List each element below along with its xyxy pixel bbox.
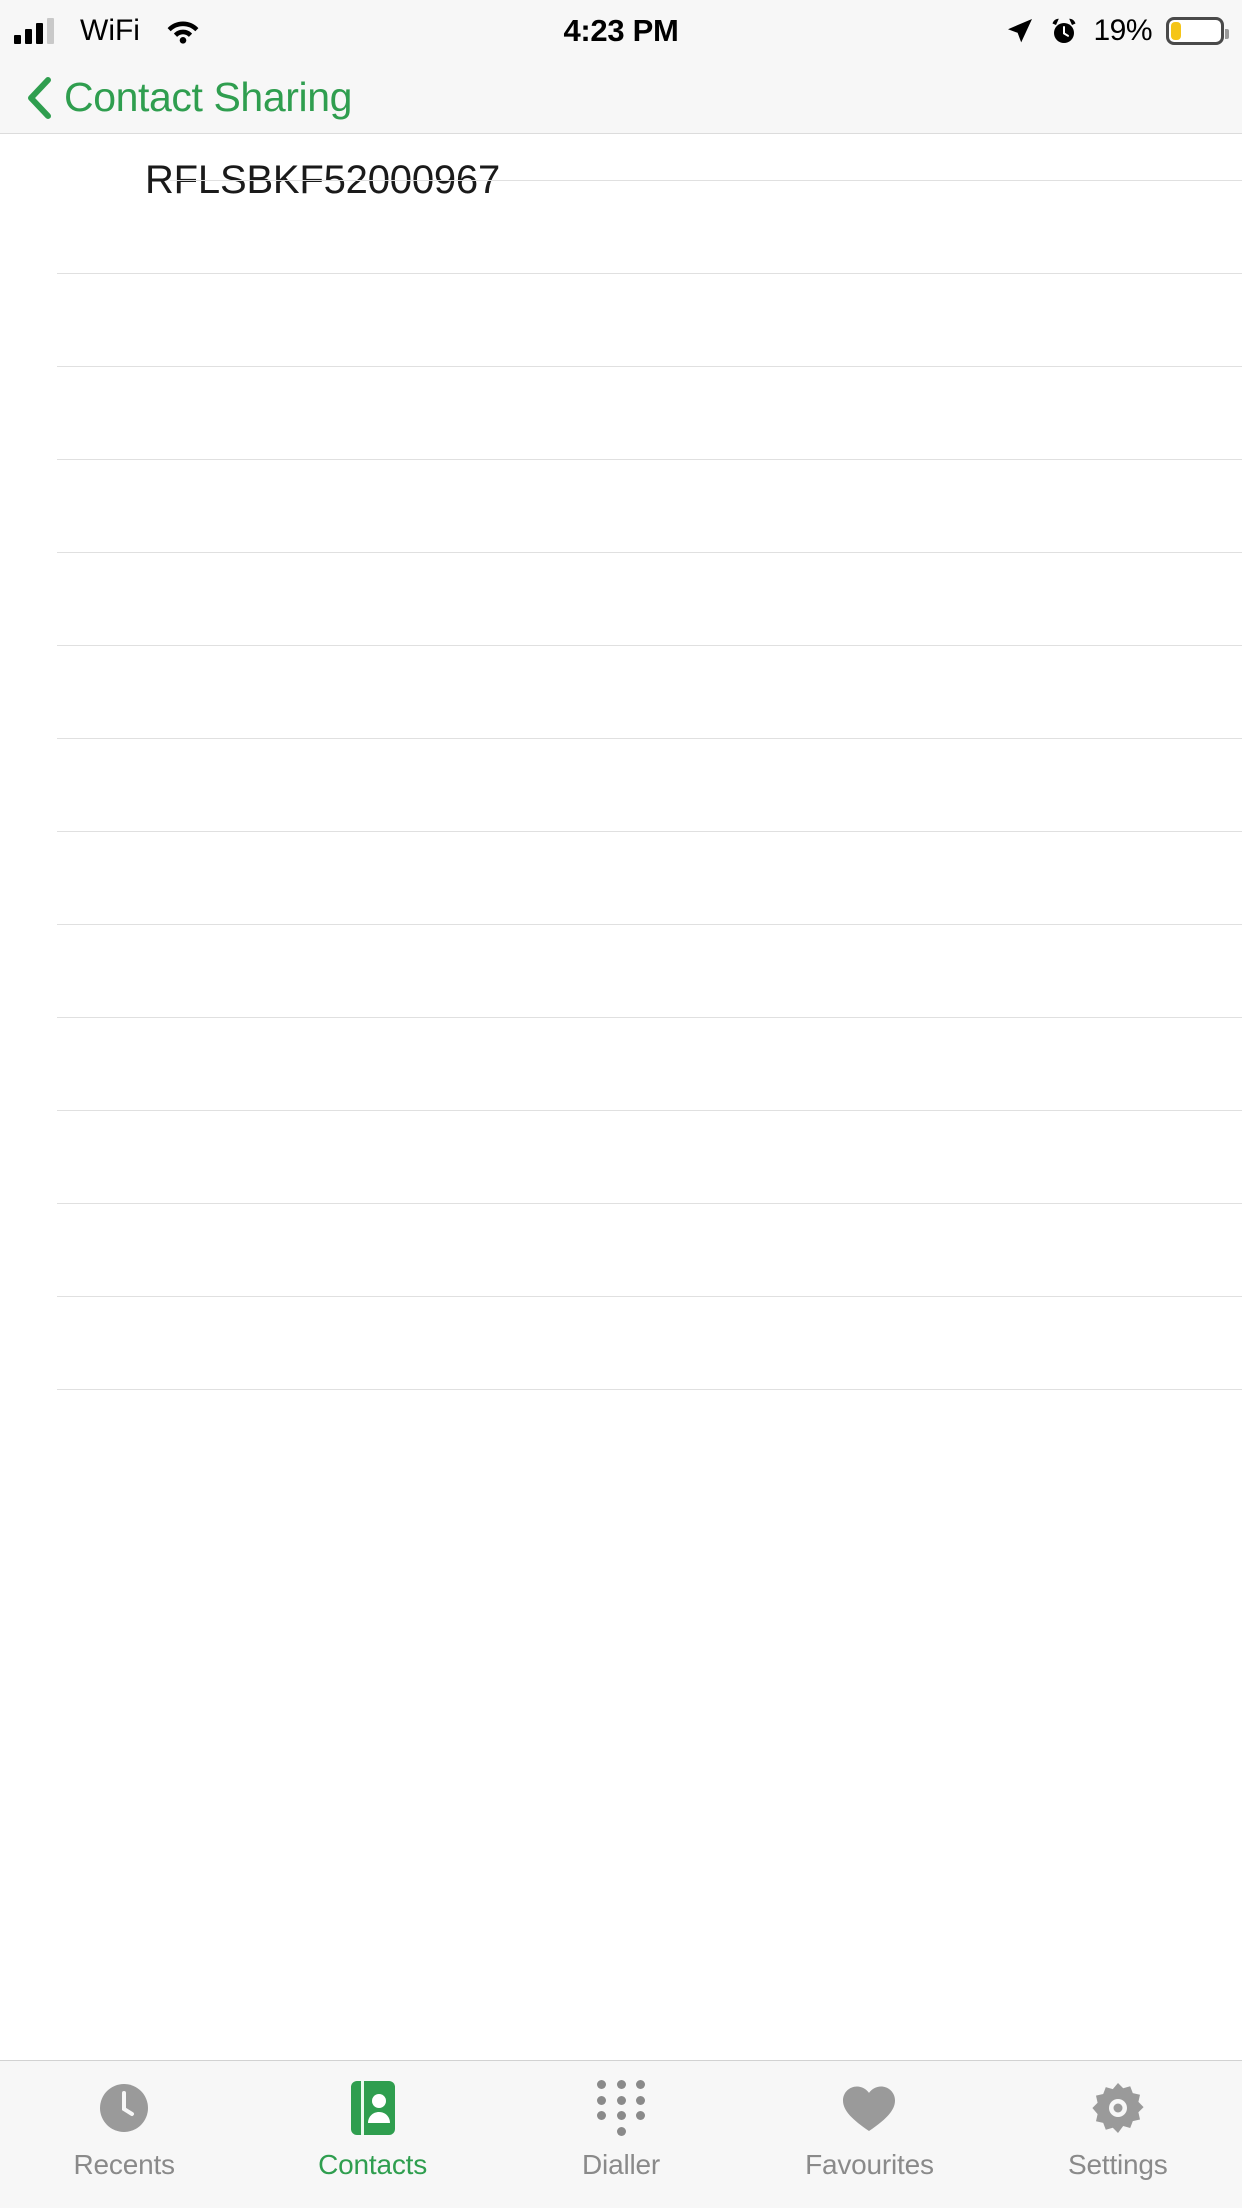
- location-arrow-icon: [1008, 19, 1033, 43]
- tab-contacts[interactable]: Contacts: [248, 2079, 496, 2181]
- list-item-empty[interactable]: [0, 320, 1242, 413]
- list-item[interactable]: RFLSBKF52000967: [0, 134, 1242, 227]
- list-item-empty[interactable]: [0, 413, 1242, 506]
- tab-settings[interactable]: Settings: [994, 2079, 1242, 2181]
- status-bar-right: 19%: [1005, 0, 1229, 62]
- list-item-empty[interactable]: [0, 692, 1242, 785]
- row-separator: [170, 180, 1242, 181]
- row-separator: [57, 459, 1242, 460]
- row-separator: [57, 831, 1242, 832]
- tab-favourites[interactable]: Favourites: [745, 2079, 993, 2181]
- tab-label: Dialler: [582, 2149, 660, 2180]
- status-bar: WiFi 4:23 PM 19%: [0, 0, 1242, 62]
- device-list[interactable]: RFLSBKF52000967: [0, 134, 1242, 2060]
- list-item-empty[interactable]: [0, 227, 1242, 320]
- gear-icon: [1090, 2079, 1146, 2137]
- row-separator: [57, 1296, 1242, 1297]
- list-item-empty[interactable]: [0, 785, 1242, 878]
- clock-label: 4:23 PM: [563, 13, 679, 48]
- row-separator: [57, 552, 1242, 553]
- list-item-empty[interactable]: [0, 1157, 1242, 1250]
- row-separator: [57, 273, 1242, 274]
- back-button-label: Contact Sharing: [64, 74, 353, 120]
- list-item-empty[interactable]: [0, 1064, 1242, 1157]
- alarm-clock-icon: [1052, 18, 1076, 43]
- battery-icon: [1166, 17, 1229, 45]
- clock-icon: [97, 2079, 151, 2137]
- contacts-book-icon: [349, 2079, 397, 2137]
- list-item-empty[interactable]: [0, 506, 1242, 599]
- list-item-empty[interactable]: [0, 599, 1242, 692]
- battery-percent-label: 19%: [1093, 14, 1152, 47]
- tab-label: Settings: [1068, 2149, 1168, 2180]
- tab-label: Recents: [73, 2149, 176, 2180]
- row-separator: [57, 366, 1242, 367]
- tab-label: Contacts: [318, 2149, 428, 2180]
- chevron-left-icon: [28, 76, 51, 119]
- row-separator: [57, 1389, 1242, 1390]
- row-separator: [57, 1110, 1242, 1111]
- nav-bar: Contact Sharing: [0, 62, 1242, 134]
- row-separator: [57, 645, 1242, 646]
- list-item-empty[interactable]: [0, 971, 1242, 1064]
- list-item-empty[interactable]: [0, 878, 1242, 971]
- monitor-icon: [45, 155, 107, 207]
- row-separator: [57, 738, 1242, 739]
- keypad-icon: [595, 2079, 647, 2137]
- list-item-empty[interactable]: [0, 1343, 1242, 1436]
- row-separator: [57, 924, 1242, 925]
- row-separator: [57, 1203, 1242, 1204]
- app-screen: WiFi 4:23 PM 19% Contact Sharing RFLSBKF…: [0, 0, 1242, 2208]
- tab-label: Favourites: [805, 2149, 934, 2180]
- tab-recents[interactable]: Recents: [0, 2079, 248, 2181]
- list-item-empty[interactable]: [0, 1250, 1242, 1343]
- heart-icon: [840, 2079, 898, 2137]
- tab-dialler[interactable]: Dialler: [497, 2079, 745, 2181]
- back-button[interactable]: Contact Sharing: [26, 76, 352, 120]
- tab-bar: Recents Contacts Dialler Favourites Sett…: [0, 2060, 1242, 2208]
- row-separator: [57, 1017, 1242, 1018]
